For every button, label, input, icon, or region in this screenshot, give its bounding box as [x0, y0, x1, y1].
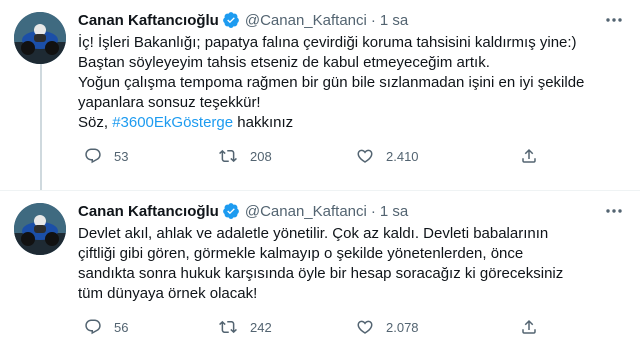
verified-badge-icon: [222, 202, 240, 220]
avatar[interactable]: [14, 203, 66, 255]
retweet-count: 242: [250, 319, 272, 335]
retweet-icon: [219, 320, 237, 334]
reply-count: 53: [114, 148, 129, 164]
hashtag-link[interactable]: #3600EkGösterge: [112, 114, 233, 131]
tweet-text-line: Baştan söyleyeyim tahsis etseniz de kabu…: [78, 54, 490, 71]
tweet-text-line: sandıkta sonra hukuk karşısında öyle bir…: [78, 265, 564, 282]
tweet-text: Devlet akıl, ahlak ve adaletle yönetilir…: [78, 224, 623, 304]
more-icon[interactable]: [604, 203, 624, 219]
timestamp[interactable]: 1 sa: [380, 203, 408, 220]
like-button[interactable]: 2.410: [356, 147, 419, 165]
reply-icon: [85, 319, 101, 335]
separator: ·: [370, 202, 376, 220]
like-icon: [357, 320, 373, 334]
share-button[interactable]: [520, 318, 550, 336]
reply-count: 56: [114, 319, 129, 335]
share-button[interactable]: [520, 147, 550, 165]
tweet[interactable]: Canan Kaftancıoğlu @Canan_Kaftanci · 1 s…: [0, 190, 640, 353]
retweet-count: 208: [250, 148, 272, 164]
more-icon[interactable]: [604, 12, 624, 28]
reply-button[interactable]: 53: [84, 147, 128, 165]
author-name[interactable]: Canan Kaftancıoğlu: [78, 12, 219, 29]
reply-icon: [85, 148, 101, 164]
author-handle[interactable]: @Canan_Kaftanci: [245, 203, 367, 220]
tweet-text-line: Söz, #3600EkGösterge hakkınız: [78, 113, 623, 133]
author-handle[interactable]: @Canan_Kaftanci: [245, 12, 367, 29]
tweet-text-line: Devlet akıl, ahlak ve adaletle yönetilir…: [78, 225, 549, 242]
text-prefix: Söz,: [78, 114, 113, 131]
tweet[interactable]: Canan Kaftancıoğlu @Canan_Kaftanci · 1 s…: [0, 0, 640, 190]
like-count: 2.078: [386, 319, 419, 335]
tweet-text: İç! İşleri Bakanlığı; papatya falına çev…: [78, 33, 623, 133]
tweet-header: Canan Kaftancıoğlu @Canan_Kaftanci · 1 s…: [78, 10, 408, 30]
timestamp[interactable]: 1 sa: [380, 12, 408, 29]
retweet-button[interactable]: 208: [218, 147, 272, 165]
tweet-text-line: İç! İşleri Bakanlığı; papatya falına çev…: [78, 34, 577, 51]
tweet-text-line: yapanlara sonsuz teşekkür!: [78, 94, 261, 111]
share-icon: [522, 148, 536, 163]
like-count: 2.410: [386, 148, 419, 164]
text-suffix: hakkınız: [233, 114, 294, 131]
share-icon: [522, 319, 536, 334]
reply-button[interactable]: 56: [84, 318, 128, 336]
verified-badge-icon: [222, 11, 240, 29]
tweet-text-line: çiftliği gibi gören, görmekle kalmayıp o…: [78, 245, 524, 262]
like-button[interactable]: 2.078: [356, 318, 419, 336]
separator: ·: [370, 11, 376, 29]
tweet-text-line: Yoğun çalışma tempoma rağmen bir gün bil…: [78, 74, 585, 91]
retweet-icon: [219, 149, 237, 163]
author-name[interactable]: Canan Kaftancıoğlu: [78, 203, 219, 220]
tweet-header: Canan Kaftancıoğlu @Canan_Kaftanci · 1 s…: [78, 201, 408, 221]
like-icon: [357, 149, 373, 163]
avatar[interactable]: [14, 12, 66, 64]
retweet-button[interactable]: 242: [218, 318, 272, 336]
tweet-text-line: tüm dünyaya örnek olacak!: [78, 285, 258, 302]
